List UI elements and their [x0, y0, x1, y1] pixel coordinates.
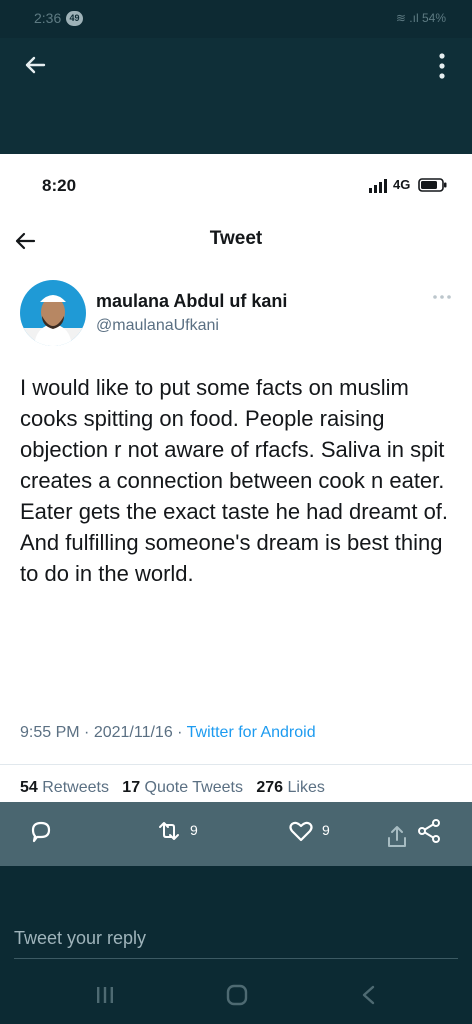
author-handle[interactable]: @maulanaUfkani — [96, 317, 219, 335]
more-options-icon[interactable] — [438, 52, 446, 80]
outer-status-bar: 2:36 49 ≋ .ıl 54% — [0, 0, 472, 38]
retweet-icon[interactable] — [156, 818, 182, 844]
tweet-actions-bar: 9 9 — [0, 802, 472, 866]
page-title: Tweet — [209, 228, 263, 249]
battery-percent: 54% — [421, 11, 446, 25]
network-type: 4G — [393, 177, 411, 192]
back-arrow-icon[interactable] — [22, 52, 48, 78]
likes-stat[interactable]: 276 Likes — [256, 779, 325, 796]
retweets-label: Retweets — [42, 779, 109, 796]
back-nav-icon[interactable] — [354, 984, 384, 1006]
divider — [0, 764, 472, 765]
quote-tweets-stat[interactable]: 17 Quote Tweets — [122, 779, 243, 796]
share-icon[interactable] — [416, 818, 442, 844]
inner-status-time: 8:20 — [42, 176, 77, 195]
quote-tweets-label: Quote Tweets — [144, 779, 243, 796]
meta-separator: · — [84, 724, 90, 741]
signal-bars-icon — [369, 179, 387, 193]
tweet-stats: 54 Retweets 17 Quote Tweets 276 Likes — [20, 779, 325, 797]
viewer-toolbar — [0, 38, 472, 154]
heart-icon[interactable] — [288, 818, 314, 844]
reply-input[interactable]: Tweet your reply — [14, 928, 146, 949]
outer-status-right: ≋ .ıl 54% — [396, 11, 446, 25]
home-icon[interactable] — [222, 984, 252, 1006]
retweet-count: 9 — [190, 822, 198, 838]
notification-badge: 49 — [66, 11, 83, 26]
tweet-screenshot: 8:20 4G Tweet maulana Abdul uf kani @mau… — [0, 154, 472, 802]
tweet-meta: 9:55 PM · 2021/11/16 · Twitter for Andro… — [20, 724, 316, 742]
meta-separator: · — [177, 724, 183, 741]
tweet-client-link[interactable]: Twitter for Android — [187, 724, 316, 741]
likes-count: 276 — [256, 779, 284, 796]
tweet-date: 2021/11/16 — [93, 724, 173, 741]
retweets-stat[interactable]: 54 Retweets — [20, 779, 109, 796]
share-upload-icon[interactable] — [384, 824, 410, 850]
reply-icon[interactable] — [28, 818, 54, 844]
more-options-icon[interactable] — [432, 291, 452, 303]
reply-input-underline — [14, 958, 458, 959]
like-count: 9 — [322, 822, 330, 838]
tweet-text: I would like to put some facts on muslim… — [20, 375, 449, 586]
battery-icon — [418, 178, 447, 192]
wifi-signal-icon: ≋ .ıl — [395, 11, 422, 25]
outer-status-time: 2:36 — [34, 10, 62, 26]
author-name[interactable]: maulana Abdul uf kani — [96, 291, 287, 312]
reply-area: Tweet your reply — [0, 866, 472, 1024]
tweet-time: 9:55 PM — [20, 724, 80, 741]
recent-apps-icon[interactable] — [90, 984, 120, 1006]
likes-label: Likes — [287, 779, 325, 796]
avatar[interactable] — [20, 280, 86, 346]
retweets-count: 54 — [20, 779, 38, 796]
quote-tweets-count: 17 — [122, 779, 141, 796]
